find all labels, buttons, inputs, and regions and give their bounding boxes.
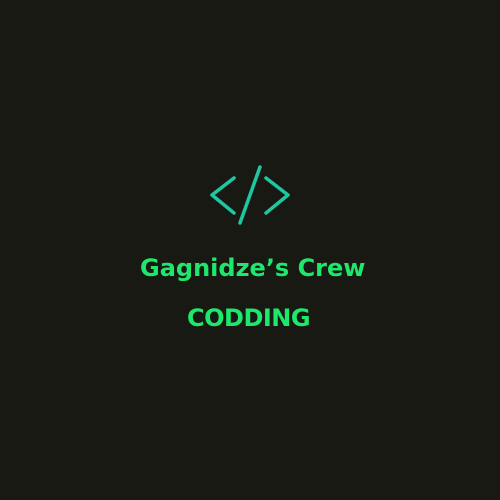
left-angle-bracket	[210, 176, 236, 215]
code-brackets-icon-graphic	[210, 165, 290, 225]
code-brackets-icon	[208, 163, 292, 227]
slash	[238, 165, 262, 225]
tagline: CODDING	[187, 304, 311, 332]
brand-name: Gagnidze’s Crew	[140, 254, 366, 282]
right-angle-bracket	[264, 176, 290, 215]
